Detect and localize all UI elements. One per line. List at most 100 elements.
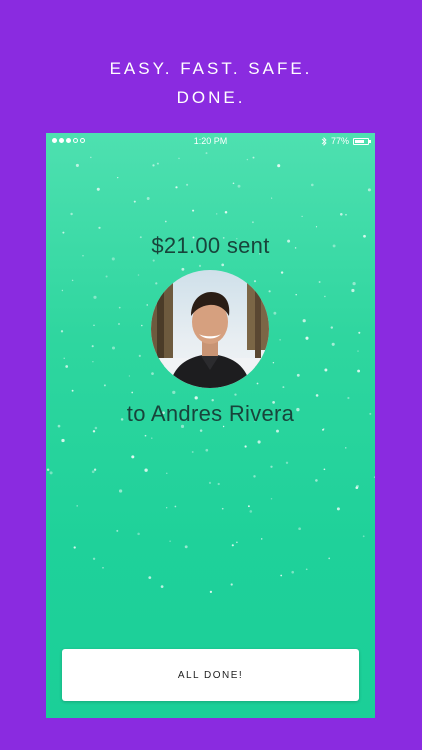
sparkle-dot <box>152 164 155 167</box>
sparkle-dot <box>117 176 119 179</box>
sparkle-dot <box>373 476 375 479</box>
sparkle-dot <box>318 281 321 283</box>
sparkle-dot <box>358 331 361 334</box>
sparkle-dot <box>164 220 167 223</box>
sparkle-dot <box>151 372 154 375</box>
sparkle-dot <box>144 468 148 472</box>
sparkle-dot <box>156 162 159 165</box>
sparkle-dot <box>133 200 136 203</box>
sparkle-dot <box>270 497 273 500</box>
sparkle-dot <box>330 326 333 329</box>
sparkle-dot <box>336 507 340 511</box>
sparkle-dot <box>49 471 53 475</box>
sparkle-dot <box>174 505 177 508</box>
status-bar: 1:20 PM 77% <box>46 133 375 151</box>
sparkle-dot <box>221 507 224 510</box>
sparkle-dot <box>93 295 97 299</box>
sparkle-dot <box>324 368 328 372</box>
sparkle-dot <box>118 323 120 325</box>
sparkle-dot <box>209 590 213 594</box>
sparkle-dot <box>73 546 76 549</box>
sparkle-dot <box>131 391 134 394</box>
sparkle-dot <box>282 386 285 389</box>
sparkle-dot <box>257 440 261 444</box>
bluetooth-icon <box>321 136 327 146</box>
sparkle-dot <box>71 389 74 392</box>
sparkle-dot <box>148 576 152 579</box>
sparkle-dot <box>315 394 319 397</box>
sparkle-dot <box>144 434 147 437</box>
sparkle-dot <box>253 475 256 478</box>
sparkle-dot <box>208 481 212 484</box>
sparkle-dot <box>71 279 74 282</box>
sparkle-dot <box>345 213 347 216</box>
battery-icon <box>353 137 371 145</box>
sparkle-dot <box>118 306 121 309</box>
sparkle-dot <box>247 505 250 508</box>
sparkle-dot <box>166 507 168 509</box>
sparkle-dot <box>96 187 100 191</box>
headline-line-1: EASY. FAST. SAFE. <box>109 59 313 78</box>
sparkle-dot <box>172 390 176 395</box>
sparkle-dot <box>181 267 185 271</box>
sparkle-dot <box>169 540 171 542</box>
sparkle-dot <box>237 184 241 188</box>
sparkle-dot <box>224 211 228 214</box>
sparkle-dot <box>362 535 365 538</box>
sparkle-dot <box>295 293 297 296</box>
sparkle-dot <box>46 468 50 472</box>
sparkle-dot <box>205 448 209 452</box>
sparkle-dot <box>231 544 234 547</box>
sparkle-dot <box>216 213 218 215</box>
sparkle-dot <box>184 545 188 549</box>
sparkle-dot <box>186 183 189 186</box>
sparkle-dot <box>234 393 237 396</box>
sparkle-dot <box>277 164 281 168</box>
sparkle-dot <box>251 221 254 224</box>
sparkle-dot <box>305 336 309 340</box>
sparkle-dot <box>301 215 303 218</box>
sparkle-dot <box>102 566 104 569</box>
sparkle-dot <box>61 438 65 443</box>
sparkle-dot <box>191 451 194 453</box>
sparkle-dot <box>268 290 271 293</box>
sparkle-dot <box>217 482 220 486</box>
sparkle-dot <box>198 264 202 267</box>
sparkle-dot <box>146 304 148 306</box>
sparkle-dot <box>91 345 94 348</box>
sparkle-dot <box>61 289 64 292</box>
all-done-button[interactable]: ALL DONE! <box>62 649 359 701</box>
recipient-avatar <box>151 270 269 388</box>
recipient-name-label: to Andres Rivera <box>126 401 295 426</box>
sparkle-dot <box>98 226 101 229</box>
phone-screen: 1:20 PM 77% $21.00 sent to Andres Rivera… <box>46 133 375 718</box>
sparkle-dot <box>347 396 350 400</box>
sparkle-dot <box>285 461 289 464</box>
sparkle-dot <box>357 350 359 352</box>
sparkle-dot <box>357 369 361 373</box>
sparkle-dot <box>137 532 140 536</box>
sparkle-dot <box>276 429 279 433</box>
headline-line-2: DONE. <box>176 88 246 107</box>
sparkle-dot <box>252 156 255 159</box>
sparkle-dot <box>199 429 203 432</box>
sparkle-dot <box>253 280 257 283</box>
sparkle-dot <box>270 465 273 468</box>
sparkle-dot <box>271 197 273 199</box>
sparkle-dot <box>323 468 326 471</box>
sparkle-dot <box>91 470 95 474</box>
sparkle-dot <box>76 505 79 507</box>
sparkle-dot <box>249 510 253 513</box>
sparkle-dot <box>118 489 123 493</box>
sparkle-dot <box>280 271 284 274</box>
sparkle-dot <box>311 183 314 187</box>
sparkle-dot <box>328 557 331 560</box>
sparkle-dot <box>131 455 135 459</box>
sparkle-dot <box>105 275 108 278</box>
sparkle-dot <box>92 430 96 433</box>
sparkle-dot <box>260 538 263 540</box>
sparkle-dot <box>192 209 195 212</box>
sparkle-dot <box>356 484 359 488</box>
status-right: 77% <box>321 136 371 146</box>
sparkle-dot <box>230 583 233 586</box>
